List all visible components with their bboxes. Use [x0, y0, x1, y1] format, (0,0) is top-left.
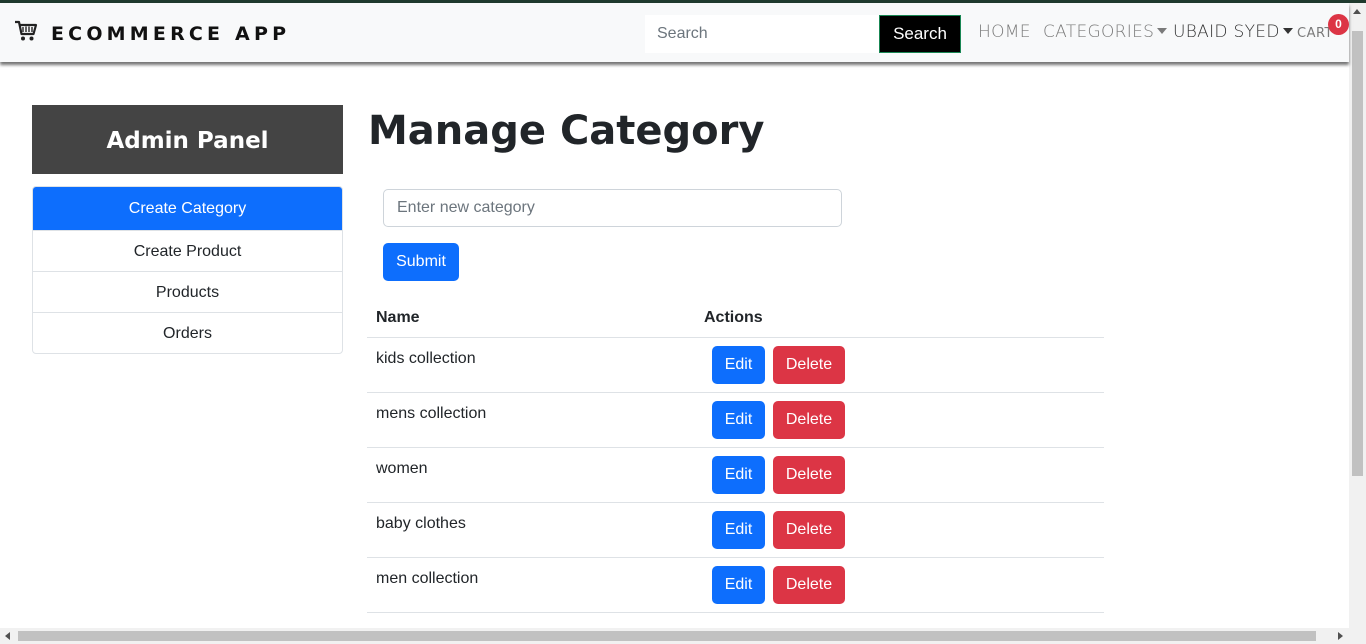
table-row: kids collection Edit Delete	[367, 338, 1104, 393]
shopping-cart-icon	[14, 19, 38, 48]
search-input[interactable]	[645, 15, 880, 53]
navbar: ECOMMERCE APP Search HOME CATEGORIES UBA…	[0, 3, 1349, 62]
category-name: women	[376, 460, 428, 477]
table-row: mens collection Edit Delete	[367, 393, 1104, 448]
column-header-name: Name	[376, 309, 420, 326]
menu-item-orders[interactable]: Orders	[33, 312, 342, 353]
category-name: kids collection	[376, 350, 476, 367]
edit-button[interactable]: Edit	[712, 346, 765, 384]
horizontal-scrollbar[interactable]	[0, 628, 1366, 644]
admin-panel-title: Admin Panel	[32, 105, 343, 174]
table-row: women Edit Delete	[367, 448, 1104, 503]
brand-name: ECOMMERCE APP	[51, 22, 291, 45]
table-row: men collection Edit Delete	[367, 558, 1104, 613]
table-header: Name Actions	[367, 298, 1104, 338]
nav-home-link[interactable]: HOME	[978, 22, 1031, 42]
category-table: Name Actions kids collection Edit Delete…	[367, 298, 1104, 613]
new-category-input[interactable]	[383, 189, 842, 227]
cart-count-badge: 0	[1328, 14, 1349, 35]
horizontal-scroll-thumb[interactable]	[18, 631, 1316, 641]
menu-item-products[interactable]: Products	[33, 271, 342, 312]
nav-user-label: UBAID SYED	[1173, 22, 1280, 42]
table-row: baby clothes Edit Delete	[367, 503, 1104, 558]
edit-button[interactable]: Edit	[712, 456, 765, 494]
caret-down-icon	[1282, 28, 1293, 34]
menu-item-create-product[interactable]: Create Product	[33, 230, 342, 271]
nav-categories-dropdown[interactable]: CATEGORIES	[1043, 22, 1168, 42]
submit-button[interactable]: Submit	[383, 243, 459, 281]
vertical-scrollbar[interactable]	[1349, 3, 1366, 628]
category-name: mens collection	[376, 405, 487, 422]
brand[interactable]: ECOMMERCE APP	[14, 19, 290, 48]
delete-button[interactable]: Delete	[773, 456, 845, 494]
delete-button[interactable]: Delete	[773, 346, 845, 384]
menu-item-create-category[interactable]: Create Category	[33, 187, 342, 230]
delete-button[interactable]: Delete	[773, 401, 845, 439]
page-title: Manage Category	[368, 108, 765, 154]
search-button[interactable]: Search	[879, 15, 961, 53]
nav-cart-link[interactable]: CART	[1297, 26, 1333, 41]
scroll-right-icon[interactable]	[1338, 632, 1343, 640]
category-name: baby clothes	[376, 515, 466, 532]
column-header-actions: Actions	[704, 309, 763, 326]
caret-down-icon	[1157, 28, 1168, 34]
delete-button[interactable]: Delete	[773, 566, 845, 604]
scroll-up-icon[interactable]	[1353, 9, 1361, 14]
scroll-left-icon[interactable]	[5, 632, 10, 640]
edit-button[interactable]: Edit	[712, 566, 765, 604]
edit-button[interactable]: Edit	[712, 511, 765, 549]
edit-button[interactable]: Edit	[712, 401, 765, 439]
nav-user-dropdown[interactable]: UBAID SYED	[1173, 22, 1293, 42]
admin-sidebar: Admin Panel Create Category Create Produ…	[32, 105, 343, 354]
category-name: men collection	[376, 570, 479, 587]
admin-menu: Create Category Create Product Products …	[32, 186, 343, 354]
delete-button[interactable]: Delete	[773, 511, 845, 549]
nav-categories-label: CATEGORIES	[1043, 22, 1155, 42]
vertical-scroll-thumb[interactable]	[1352, 31, 1363, 476]
